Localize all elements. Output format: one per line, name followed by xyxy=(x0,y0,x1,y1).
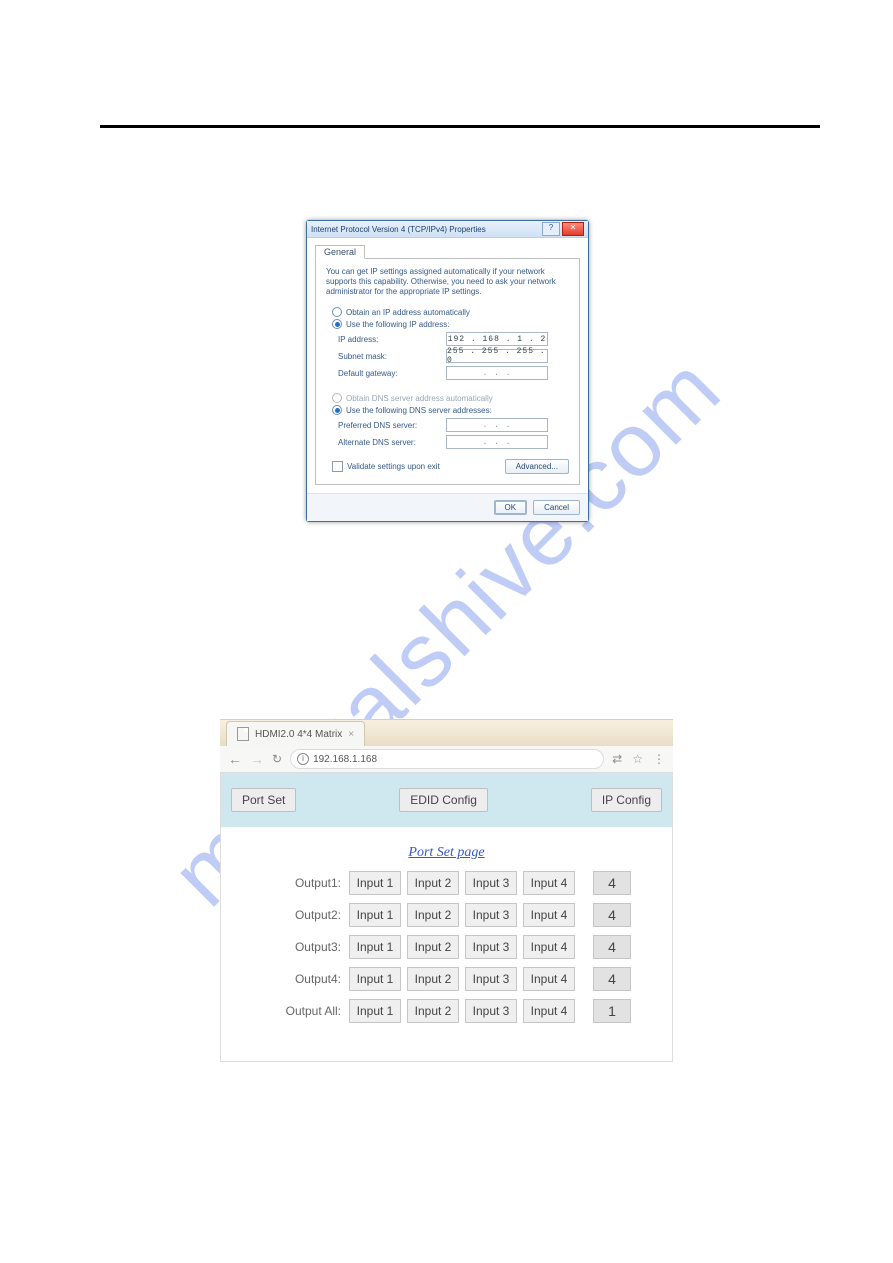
label-alternate-dns: Alternate DNS server: xyxy=(338,438,446,447)
input-select-button[interactable]: Input 4 xyxy=(523,999,575,1023)
input-select-button[interactable]: Input 3 xyxy=(465,871,517,895)
output-label: Output All: xyxy=(271,1004,341,1018)
label-use-ip: Use the following IP address: xyxy=(346,320,449,329)
radio-use-ip[interactable] xyxy=(332,319,342,329)
description-text: You can get IP settings assigned automat… xyxy=(326,267,569,297)
current-input-value: 4 xyxy=(593,967,631,991)
help-button[interactable]: ? xyxy=(542,222,560,236)
advanced-button[interactable]: Advanced... xyxy=(505,459,569,474)
tab-close-icon[interactable]: × xyxy=(348,729,354,740)
radio-obtain-dns-auto xyxy=(332,393,342,403)
dialog-title: Internet Protocol Version 4 (TCP/IPv4) P… xyxy=(311,225,486,234)
output-label: Output4: xyxy=(271,972,341,986)
output-row: Output3: Input 1Input 2Input 3Input 4 4 xyxy=(271,935,672,959)
label-subnet-mask: Subnet mask: xyxy=(338,352,446,361)
ip-config-button[interactable]: IP Config xyxy=(591,788,662,812)
output-row: Output4: Input 1Input 2Input 3Input 4 4 xyxy=(271,967,672,991)
reload-button[interactable]: ↻ xyxy=(272,752,282,766)
input-subnet-mask[interactable]: 255 . 255 . 255 . 0 xyxy=(446,349,548,363)
browser-window: HDMI2.0 4*4 Matrix × ← → ↻ i 192.168.1.1… xyxy=(220,719,673,1062)
label-obtain-dns-auto: Obtain DNS server address automatically xyxy=(346,394,493,403)
close-button[interactable]: ✕ xyxy=(562,222,584,236)
input-alternate-dns[interactable]: . . . xyxy=(446,435,548,449)
input-select-button[interactable]: Input 4 xyxy=(523,903,575,927)
page-icon xyxy=(237,727,249,741)
browser-tab[interactable]: HDMI2.0 4*4 Matrix × xyxy=(226,721,365,746)
address-bar: ← → ↻ i 192.168.1.168 ⇄ ☆ ⋮ xyxy=(220,746,673,773)
site-info-icon[interactable]: i xyxy=(297,753,309,765)
page-title: Port Set page xyxy=(221,845,672,861)
input-select-button[interactable]: Input 1 xyxy=(349,967,401,991)
output-label: Output1: xyxy=(271,876,341,890)
input-select-button[interactable]: Input 2 xyxy=(407,871,459,895)
nav-back-button[interactable]: ← xyxy=(228,751,242,767)
url-input[interactable]: i 192.168.1.168 xyxy=(290,749,604,769)
output-row: Output2: Input 1Input 2Input 3Input 4 4 xyxy=(271,903,672,927)
label-preferred-dns: Preferred DNS server: xyxy=(338,421,446,430)
bookmark-star-icon[interactable]: ☆ xyxy=(632,752,643,766)
label-ip-address: IP address: xyxy=(338,335,446,344)
input-select-button[interactable]: Input 2 xyxy=(407,967,459,991)
input-select-button[interactable]: Input 4 xyxy=(523,871,575,895)
radio-obtain-ip-auto[interactable] xyxy=(332,307,342,317)
tab-general[interactable]: General xyxy=(315,245,365,259)
input-preferred-dns[interactable]: . . . xyxy=(446,418,548,432)
page-content: Port Set EDID Config IP Config Port Set … xyxy=(220,773,673,1062)
current-input-value: 4 xyxy=(593,871,631,895)
input-select-button[interactable]: Input 1 xyxy=(349,903,401,927)
browser-tabstrip: HDMI2.0 4*4 Matrix × xyxy=(220,720,673,746)
output-label: Output3: xyxy=(271,940,341,954)
input-select-button[interactable]: Input 2 xyxy=(407,935,459,959)
cancel-button[interactable]: Cancel xyxy=(533,500,580,515)
input-select-button[interactable]: Input 2 xyxy=(407,999,459,1023)
input-select-button[interactable]: Input 1 xyxy=(349,935,401,959)
radio-use-dns[interactable] xyxy=(332,405,342,415)
checkbox-validate-on-exit[interactable] xyxy=(332,461,343,472)
output-row: Output All: Input 1Input 2Input 3Input 4 1 xyxy=(271,999,672,1023)
url-text: 192.168.1.168 xyxy=(313,754,377,765)
output-row: Output1: Input 1Input 2Input 3Input 4 4 xyxy=(271,871,672,895)
current-input-value: 1 xyxy=(593,999,631,1023)
edid-config-button[interactable]: EDID Config xyxy=(399,788,488,812)
current-input-value: 4 xyxy=(593,935,631,959)
input-select-button[interactable]: Input 3 xyxy=(465,999,517,1023)
input-select-button[interactable]: Input 2 xyxy=(407,903,459,927)
label-obtain-ip-auto: Obtain an IP address automatically xyxy=(346,308,470,317)
label-default-gateway: Default gateway: xyxy=(338,369,446,378)
input-select-button[interactable]: Input 3 xyxy=(465,903,517,927)
input-select-button[interactable]: Input 1 xyxy=(349,999,401,1023)
tab-title: HDMI2.0 4*4 Matrix xyxy=(255,729,342,740)
input-select-button[interactable]: Input 4 xyxy=(523,967,575,991)
label-use-dns: Use the following DNS server addresses: xyxy=(346,406,492,415)
ipv4-properties-dialog: Internet Protocol Version 4 (TCP/IPv4) P… xyxy=(306,220,589,522)
nav-bar: Port Set EDID Config IP Config xyxy=(221,773,672,827)
current-input-value: 4 xyxy=(593,903,631,927)
input-select-button[interactable]: Input 4 xyxy=(523,935,575,959)
browser-menu-icon[interactable]: ⋮ xyxy=(653,752,665,766)
input-select-button[interactable]: Input 3 xyxy=(465,967,517,991)
input-default-gateway[interactable]: . . . xyxy=(446,366,548,380)
output-label: Output2: xyxy=(271,908,341,922)
label-validate-on-exit: Validate settings upon exit xyxy=(347,462,440,471)
horizontal-rule xyxy=(100,125,820,128)
input-select-button[interactable]: Input 3 xyxy=(465,935,517,959)
input-ip-address[interactable]: 192 . 168 . 1 . 2 xyxy=(446,332,548,346)
translate-icon[interactable]: ⇄ xyxy=(612,752,622,766)
ok-button[interactable]: OK xyxy=(494,500,528,515)
dialog-titlebar: Internet Protocol Version 4 (TCP/IPv4) P… xyxy=(307,221,588,238)
input-select-button[interactable]: Input 1 xyxy=(349,871,401,895)
nav-forward-button: → xyxy=(250,751,264,767)
port-set-button[interactable]: Port Set xyxy=(231,788,296,812)
